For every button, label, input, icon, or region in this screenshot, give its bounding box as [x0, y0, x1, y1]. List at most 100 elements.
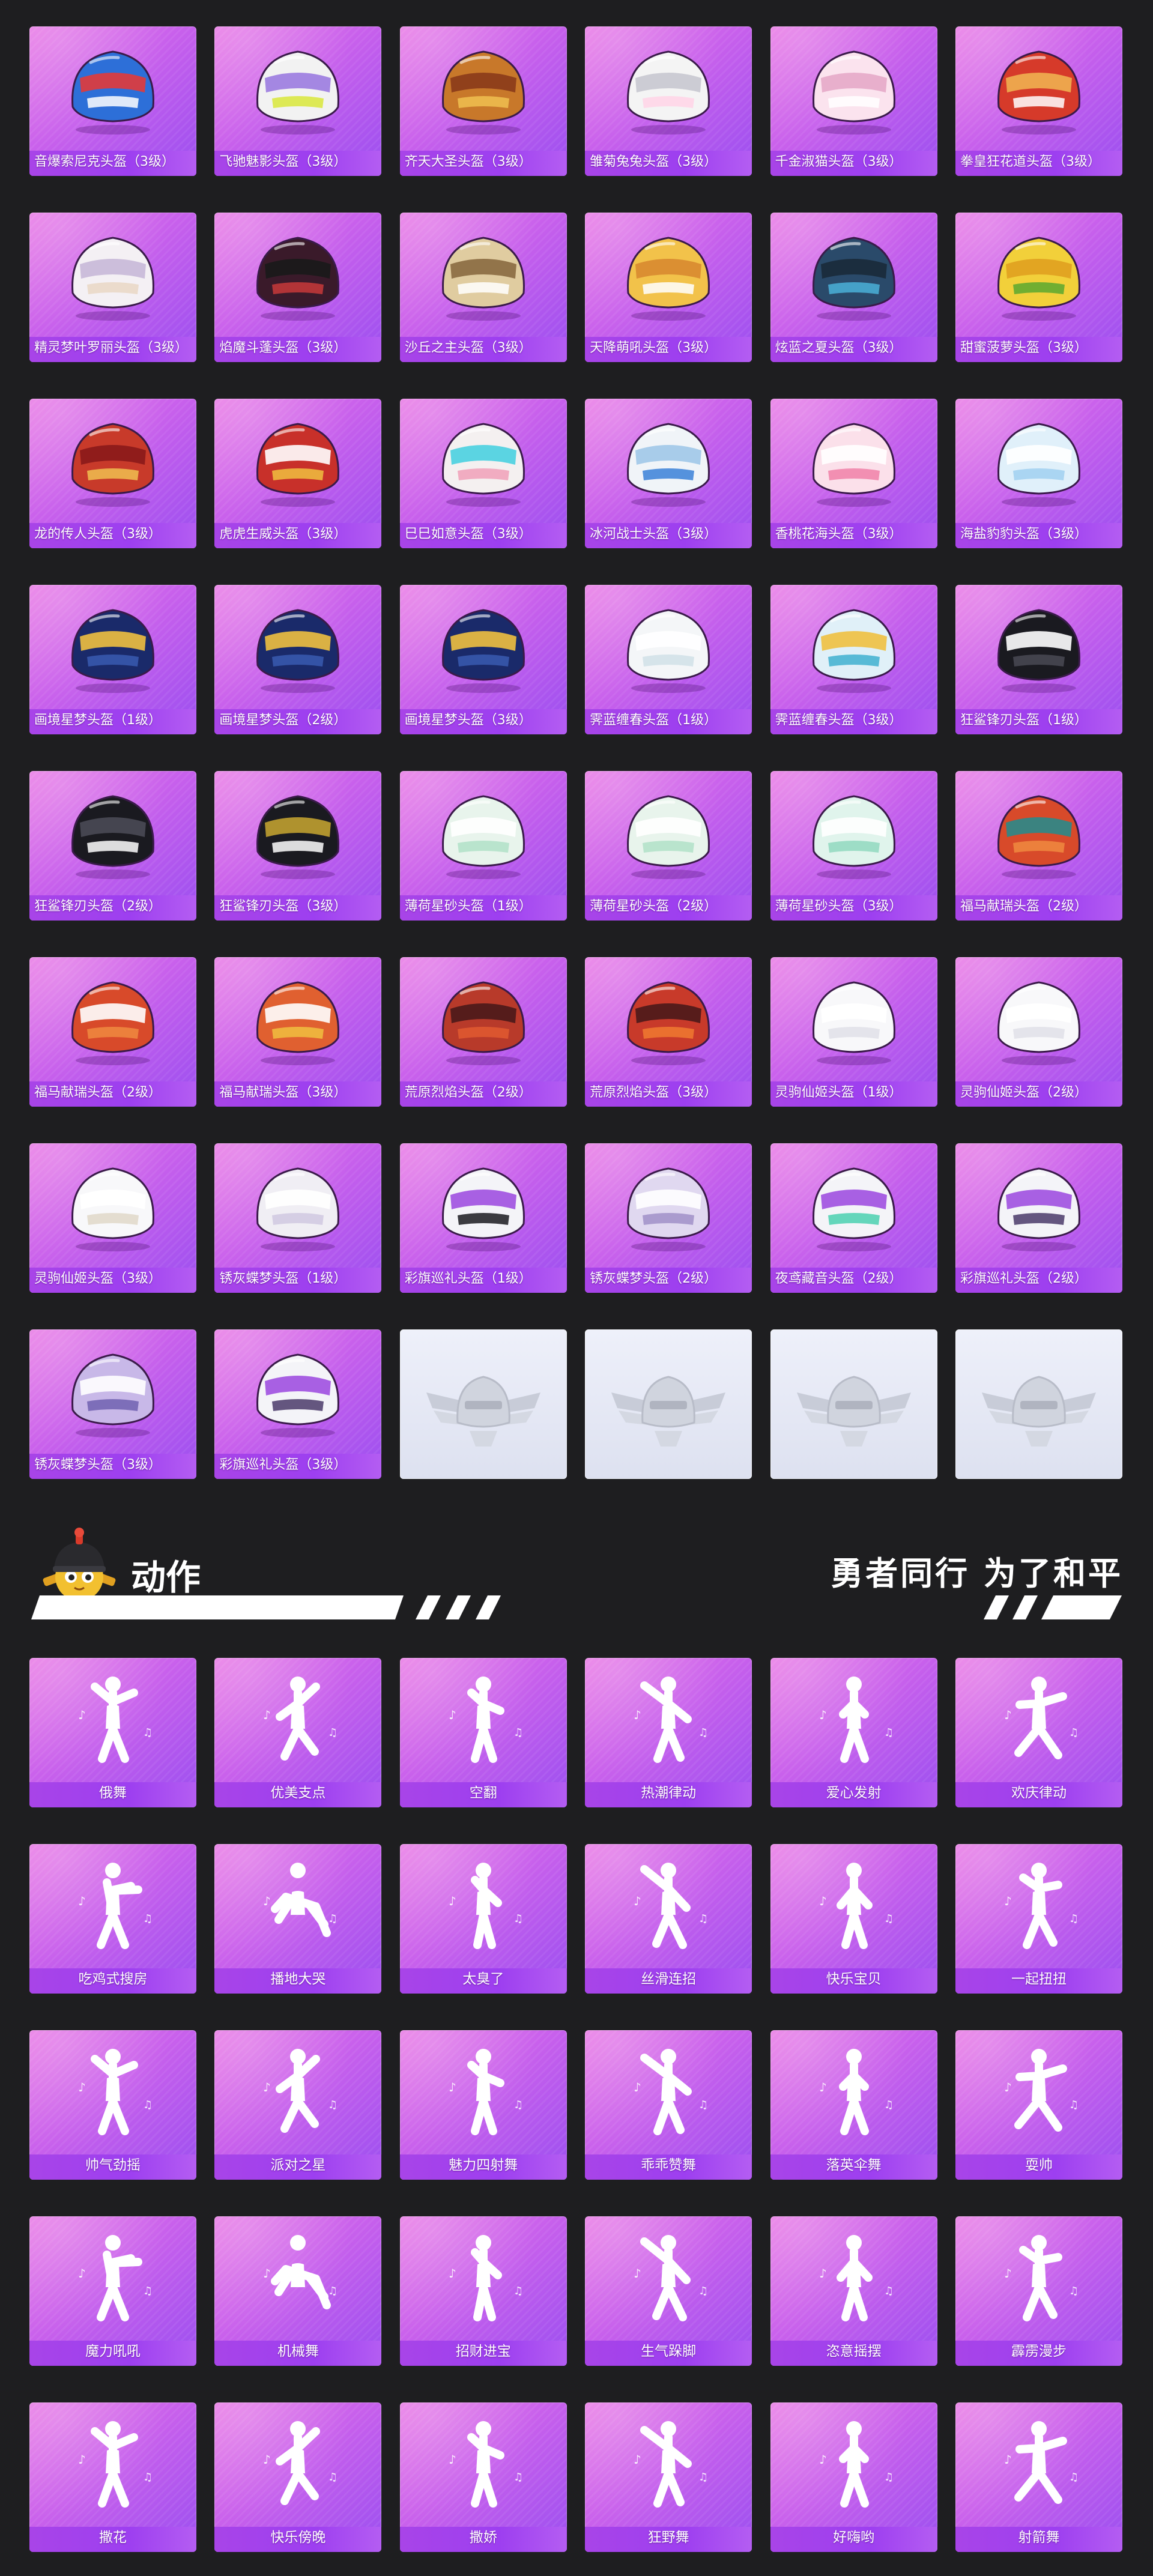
emote-card[interactable]: ♪ ♫ 派对之星 — [214, 2030, 382, 2180]
helmet-card[interactable]: 甜蜜菠萝头盔（3级） — [955, 213, 1122, 362]
helmet-card[interactable]: 彩旗巡礼头盔（3级） — [214, 1329, 382, 1479]
emote-card[interactable]: ♪ ♫ 热潮律动 — [585, 1658, 752, 1807]
emote-card[interactable]: ♪ ♫ 射箭舞 — [955, 2402, 1122, 2552]
emote-card[interactable]: ♪ ♫ 俄舞 — [29, 1658, 196, 1807]
helmet-card[interactable]: 香桃花海头盔（3级） — [770, 399, 937, 548]
emote-card[interactable]: ♪ ♫ 生气跺脚 — [585, 2216, 752, 2366]
helmet-card[interactable]: 彩旗巡礼头盔（2级） — [955, 1143, 1122, 1293]
helmet-icon — [441, 423, 525, 507]
emote-card[interactable]: ♪ ♫ 一起扭扭 — [955, 1844, 1122, 1994]
emote-label: 欢庆律动 — [1011, 1785, 1067, 1801]
helmet-card[interactable]: 夜鸢藏音头盔（2级） — [770, 1143, 937, 1293]
emote-card[interactable]: ♪ ♫ 空翻 — [399, 1658, 567, 1807]
emote-card[interactable]: ♪ ♫ 好嗨哟 — [770, 2402, 937, 2552]
helmet-label: 香桃花海头盔（3级） — [775, 527, 903, 542]
helmet-label: 薄荷星砂头盔（2级） — [590, 899, 718, 914]
emote-card[interactable]: ♪ ♫ 乖乖赞舞 — [585, 2030, 752, 2180]
emote-label: 吃鸡式搜房 — [78, 1971, 148, 1987]
emote-card[interactable]: ♪ ♫ 恣意摇摆 — [770, 2216, 937, 2366]
emote-card[interactable]: ♪ ♫ 爱心发射 — [770, 1658, 937, 1807]
emote-card[interactable]: ♪ ♫ 耍帅 — [955, 2030, 1122, 2180]
helmet-card[interactable]: 画境星梦头盔（3级） — [399, 585, 567, 734]
helmet-card[interactable]: 锈灰蝶梦头盔（1级） — [214, 1143, 382, 1293]
emote-card[interactable]: ♪ ♫ 招财进宝 — [399, 2216, 567, 2366]
emote-card[interactable]: ♪ ♫ 机械舞 — [214, 2216, 382, 2366]
helmet-icon — [71, 795, 154, 879]
helmet-card[interactable]: 灵驹仙姬头盔（1级） — [770, 957, 937, 1107]
helmet-icon — [812, 1167, 895, 1251]
helmet-card[interactable]: 薄荷星砂头盔（2级） — [585, 771, 752, 921]
helmet-label: 霁蓝缠春头盔（1级） — [590, 713, 718, 728]
helmet-label: 福马献瑞头盔（2级） — [34, 1085, 162, 1100]
emote-label: 帅气劲摇 — [85, 2157, 141, 2173]
helmet-card[interactable]: 锈灰蝶梦头盔（2级） — [585, 1143, 752, 1293]
emote-card[interactable]: ♪ ♫ 太臭了 — [399, 1844, 567, 1994]
helmet-card[interactable]: 锈灰蝶梦头盔（3级） — [29, 1329, 196, 1479]
svg-text:♫: ♫ — [143, 2285, 153, 2297]
helmet-card[interactable]: 灵驹仙姬头盔（2级） — [955, 957, 1122, 1107]
emote-card[interactable]: ♪ ♫ 撒花 — [29, 2402, 196, 2552]
emote-card[interactable]: ♪ ♫ 欢庆律动 — [955, 1658, 1122, 1807]
helmet-card[interactable]: 海盐豹豹头盔（3级） — [955, 399, 1122, 548]
svg-text:♫: ♫ — [143, 2471, 153, 2484]
helmet-card[interactable]: 狂鲨锋刃头盔（2级） — [29, 771, 196, 921]
emote-card[interactable]: ♪ ♫ 快乐傍晚 — [214, 2402, 382, 2552]
helmet-card[interactable]: 雏菊兔兔头盔（3级） — [585, 26, 752, 176]
svg-text:♫: ♫ — [143, 1912, 153, 1925]
emote-card[interactable]: ♪ ♫ 丝滑连招 — [585, 1844, 752, 1994]
helmet-card[interactable]: 福马献瑞头盔（2级） — [29, 957, 196, 1107]
helmet-card[interactable]: 福马献瑞头盔（3级） — [214, 957, 382, 1107]
helmet-card[interactable]: 薄荷星砂头盔（1级） — [399, 771, 567, 921]
helmet-card[interactable]: 焰魔斗蓬头盔（3级） — [214, 213, 382, 362]
helmet-card[interactable]: 拳皇狂花道头盔（3级） — [955, 26, 1122, 176]
helmet-card[interactable]: 霁蓝缠春头盔（1级） — [585, 585, 752, 734]
svg-text:♪: ♪ — [263, 2266, 271, 2281]
helmet-card[interactable]: 千金淑猫头盔（3级） — [770, 26, 937, 176]
helmet-card[interactable]: 精灵梦叶罗丽头盔（3级） — [29, 213, 196, 362]
emote-card[interactable]: ♪ ♫ 霹雳漫步 — [955, 2216, 1122, 2366]
helmet-card[interactable]: 画境星梦头盔（1级） — [29, 585, 196, 734]
helmet-card[interactable]: 虎虎生威头盔（3级） — [214, 399, 382, 548]
helmet-card[interactable]: 画境星梦头盔（2级） — [214, 585, 382, 734]
helmet-card[interactable]: 荒原烈焰头盔（2级） — [399, 957, 567, 1107]
helmet-label: 狂鲨锋刃头盔（3级） — [219, 899, 347, 914]
helmet-icon — [627, 1167, 710, 1251]
emote-card[interactable]: ♪ ♫ 快乐宝贝 — [770, 1844, 937, 1994]
emote-card[interactable]: ♪ ♫ 魅力四射舞 — [399, 2030, 567, 2180]
emote-card[interactable]: ♪ ♫ 魔力吼吼 — [29, 2216, 196, 2366]
helmet-card[interactable]: 音爆索尼克头盔（3级） — [29, 26, 196, 176]
emote-card[interactable]: ♪ ♫ 撒娇 — [399, 2402, 567, 2552]
helmet-card[interactable]: 龙的传人头盔（3级） — [29, 399, 196, 548]
emote-card[interactable]: ♪ ♫ 狂野舞 — [585, 2402, 752, 2552]
emote-card[interactable]: ♪ ♫ 优美支点 — [214, 1658, 382, 1807]
helmet-card[interactable]: 巳巳如意头盔（3级） — [399, 399, 567, 548]
emote-label: 热潮律动 — [641, 1785, 697, 1801]
helmet-card[interactable]: 彩旗巡礼头盔（1级） — [399, 1143, 567, 1293]
helmet-card[interactable]: 狂鲨锋刃头盔（1级） — [955, 585, 1122, 734]
svg-text:♪: ♪ — [634, 1894, 641, 1908]
helmet-card[interactable]: 齐天大圣头盔（3级） — [399, 26, 567, 176]
helmet-card[interactable]: 炫蓝之夏头盔（3级） — [770, 213, 937, 362]
helmet-icon — [627, 423, 710, 507]
helmet-card[interactable]: 沙丘之主头盔（3级） — [399, 213, 567, 362]
helmet-card[interactable]: 薄荷星砂头盔（3级） — [770, 771, 937, 921]
dancer-silhouette-icon: ♪♫ — [634, 2421, 708, 2508]
helmet-card[interactable]: 冰河战士头盔（3级） — [585, 399, 752, 548]
emote-label: 魅力四射舞 — [449, 2157, 518, 2173]
emote-card[interactable]: ♪ ♫ 帅气劲摇 — [29, 2030, 196, 2180]
emote-card[interactable]: ♪ ♫ 落英伞舞 — [770, 2030, 937, 2180]
helmet-card[interactable]: 福马献瑞头盔（2级） — [955, 771, 1122, 921]
svg-text:♪: ♪ — [78, 1894, 86, 1908]
helmet-card[interactable]: 狂鲨锋刃头盔（3级） — [214, 771, 382, 921]
helmet-card[interactable]: 荒原烈焰头盔（3级） — [585, 957, 752, 1107]
helmet-card[interactable]: 灵驹仙姬头盔（3级） — [29, 1143, 196, 1293]
helmet-card[interactable]: 天降萌吼头盔（3级） — [585, 213, 752, 362]
emote-card[interactable]: ♪ ♫ 播地大哭 — [214, 1844, 382, 1994]
helmet-card[interactable]: 飞驰魅影头盔（3级） — [214, 26, 382, 176]
svg-text:♫: ♫ — [698, 1912, 708, 1925]
helmet-label: 炫蓝之夏头盔（3级） — [775, 340, 903, 355]
dancer-silhouette-icon: ♪♫ — [1004, 2235, 1079, 2321]
helmet-card[interactable]: 霁蓝缠春头盔（3级） — [770, 585, 937, 734]
emote-card[interactable]: ♪ ♫ 吃鸡式搜房 — [29, 1844, 196, 1994]
dancer-silhouette-icon: ♪♫ — [449, 1863, 523, 1949]
